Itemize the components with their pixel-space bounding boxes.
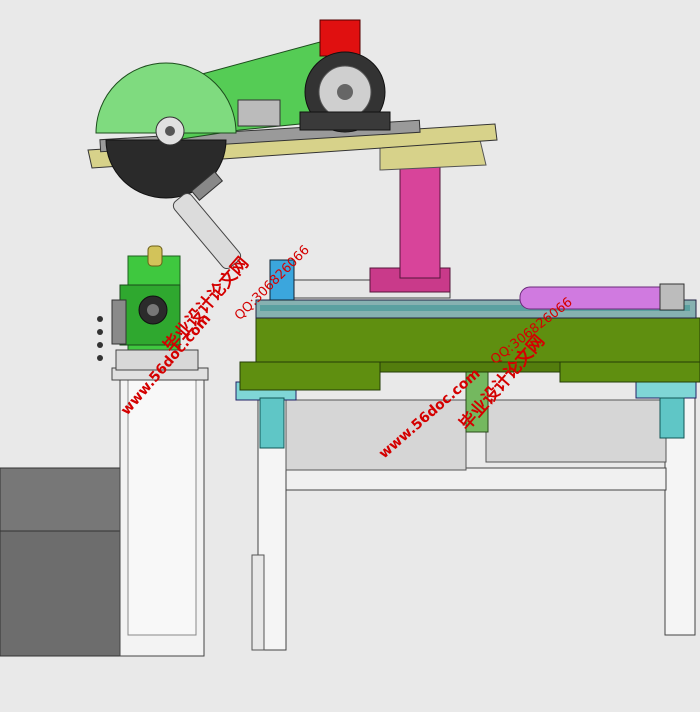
cutting-machine-assembly: [0, 0, 700, 707]
pneumatic-cylinder: [519, 283, 685, 311]
left-dark-block: [0, 467, 129, 657]
cad-drawing: 毕业设计论文网 www.56doc.com QQ:306826066 毕业设计论…: [0, 0, 700, 707]
